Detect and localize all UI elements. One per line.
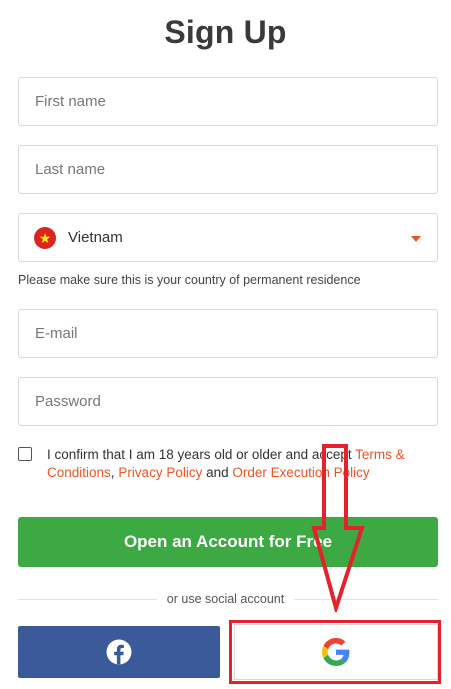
last-name-input[interactable] <box>19 146 437 193</box>
email-field[interactable] <box>18 309 438 358</box>
consent-separator: and <box>202 465 233 480</box>
google-login-button[interactable] <box>234 624 438 680</box>
password-input[interactable] <box>19 378 437 425</box>
facebook-icon <box>106 639 132 665</box>
last-name-field[interactable] <box>18 145 438 194</box>
facebook-login-button[interactable] <box>18 626 220 678</box>
country-selected-value: Vietnam <box>68 229 123 246</box>
flag-star: ★ <box>38 230 52 246</box>
social-divider: or use social account <box>0 592 451 606</box>
privacy-link[interactable]: Privacy Policy <box>118 465 202 480</box>
open-account-button[interactable]: Open an Account for Free <box>18 517 438 567</box>
order-execution-link[interactable]: Order Execution Policy <box>232 465 369 480</box>
chevron-down-icon[interactable] <box>411 236 421 242</box>
social-divider-label: or use social account <box>156 592 295 606</box>
consent-text: I confirm that I am 18 years old or olde… <box>47 446 427 482</box>
vietnam-flag-icon: ★ <box>34 227 56 249</box>
page-title: Sign Up <box>164 14 287 50</box>
google-icon <box>322 638 350 666</box>
email-input[interactable] <box>19 310 437 357</box>
password-field[interactable] <box>18 377 438 426</box>
country-select[interactable]: ★ Vietnam <box>18 213 438 262</box>
first-name-input[interactable] <box>19 78 437 125</box>
country-hint: Please make sure this is your country of… <box>18 273 361 287</box>
consent-checkbox[interactable] <box>18 447 32 461</box>
consent-text-part: I confirm that I am 18 years old or olde… <box>47 447 356 462</box>
first-name-field[interactable] <box>18 77 438 126</box>
